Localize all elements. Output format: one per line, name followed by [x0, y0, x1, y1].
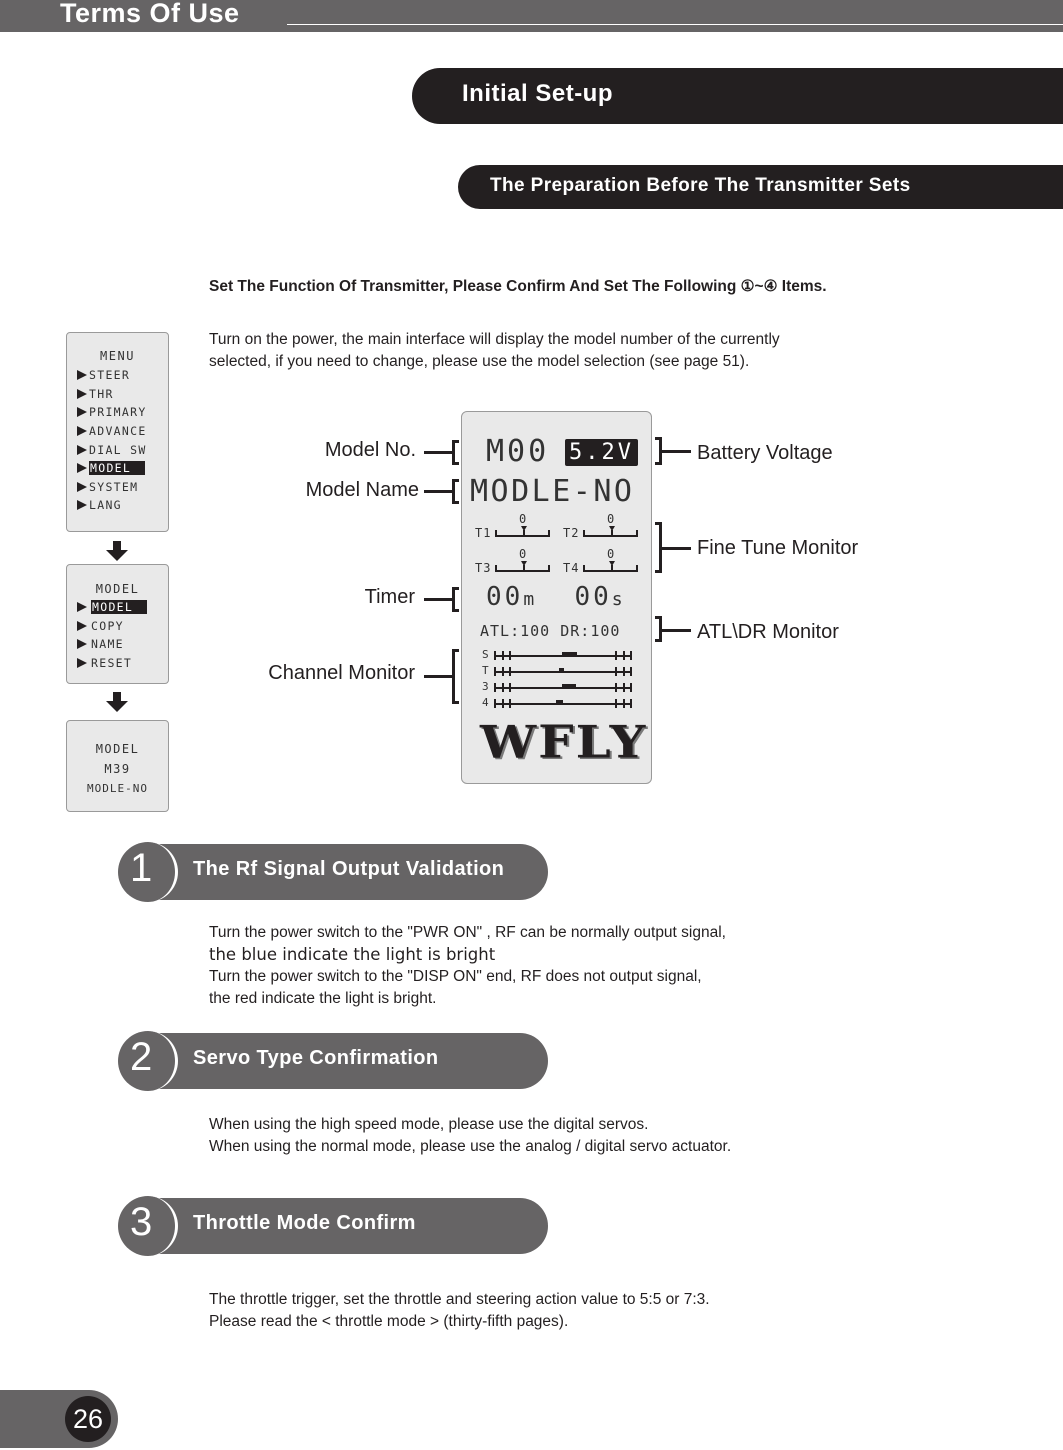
triangle-right-icon: [77, 620, 87, 631]
callout-model-name: Model Name: [305, 479, 419, 501]
menu-screen-title: MENU: [100, 349, 135, 363]
callout-line: [424, 451, 454, 454]
header-bar: Terms Of Use: [0, 0, 1063, 32]
section-title: Throttle Mode Confirm: [193, 1212, 416, 1234]
section-title: The Rf Signal Output Validation: [193, 858, 505, 880]
arrow-down-icon: [106, 541, 128, 561]
triangle-right-icon: [77, 370, 87, 381]
menu-item-primary[interactable]: PRIMARY: [77, 403, 168, 422]
intro-paragraph: Turn on the power, the main interface wi…: [209, 329, 780, 373]
model-item-reset[interactable]: RESET: [77, 654, 168, 673]
model-item-copy[interactable]: COPY: [77, 617, 168, 636]
body-line: the blue indicate the light is bright: [209, 945, 496, 964]
menu-item-steer[interactable]: STEER: [77, 366, 168, 385]
menu-item-system[interactable]: SYSTEM: [77, 478, 168, 497]
model-item-model[interactable]: MODEL: [77, 598, 168, 617]
section-title: Terms Of Use: [60, 0, 240, 28]
body-line: Turn the power switch to the "DISP ON" e…: [209, 968, 702, 985]
section-2-body: When using the high speed mode, please u…: [209, 1114, 731, 1158]
section-1-header: 1 The Rf Signal Output Validation: [118, 842, 548, 902]
callout-bracket: [452, 587, 459, 612]
section-number-badge: 2: [118, 1031, 178, 1091]
model-number: M00: [486, 434, 550, 469]
triangle-right-icon: [77, 444, 87, 455]
page-title: Initial Set-up: [462, 80, 613, 107]
menu-screen: MENU STEER THR PRIMARY ADVANCE DIAL SW M…: [66, 332, 169, 532]
trim-monitor: T2 0: [563, 512, 643, 542]
callout-line: [660, 547, 691, 550]
triangle-right-icon: [77, 500, 87, 511]
page-title-banner: Initial Set-up: [412, 68, 1063, 124]
triangle-right-icon: [77, 463, 87, 474]
arrow-down-icon: [106, 692, 128, 712]
triangle-right-icon: [77, 602, 87, 613]
callout-bracket: [452, 479, 459, 504]
callout-fine-tune-monitor: Fine Tune Monitor: [697, 537, 859, 559]
body-line: The throttle trigger, set the throttle a…: [209, 1291, 710, 1308]
trim-monitor: T3 0: [475, 547, 555, 577]
triangle-right-icon: [77, 481, 87, 492]
intro-line: selected, if you need to change, please …: [209, 353, 750, 370]
screen-line: MODEL: [95, 742, 140, 756]
menu-item-advance[interactable]: ADVANCE: [77, 422, 168, 441]
menu-item-lang[interactable]: LANG: [77, 496, 168, 515]
screen-line: M39: [104, 762, 131, 776]
section-number-badge: 1: [118, 842, 178, 902]
triangle-right-icon: [77, 658, 87, 669]
trim-monitor: T1 0: [475, 512, 555, 542]
model-selected-screen: MODEL M39 MODLE-NO: [66, 720, 169, 812]
body-line: When using the high speed mode, please u…: [209, 1116, 649, 1133]
channel-monitor-row: 3: [482, 680, 632, 695]
channel-monitor-row: S: [482, 648, 632, 663]
body-line: Turn the power switch to the "PWR ON" , …: [209, 924, 726, 941]
section-1-body: Turn the power switch to the "PWR ON" , …: [209, 922, 726, 1010]
callout-line: [424, 490, 454, 493]
subsection-banner: The Preparation Before The Transmitter S…: [458, 165, 1063, 209]
callout-line: [660, 629, 691, 632]
triangle-right-icon: [77, 388, 87, 399]
model-item-name[interactable]: NAME: [77, 635, 168, 654]
triangle-right-icon: [77, 426, 87, 437]
callout-line: [424, 675, 454, 678]
callout-line: [424, 598, 454, 601]
callout-bracket: [452, 440, 459, 465]
trim-monitor: T4 0: [563, 547, 643, 577]
section-3-header: 3 Throttle Mode Confirm: [118, 1196, 548, 1256]
menu-item-thr[interactable]: THR: [77, 385, 168, 404]
model-screen-title: MODEL: [95, 582, 140, 596]
callout-model-no: Model No.: [324, 439, 416, 461]
callout-timer: Timer: [364, 586, 415, 608]
main-display: M00 5.2V MODLE-NO T1 0 T2 0 T3 0 T4 0 00…: [461, 411, 652, 784]
model-screen: MODEL MODEL COPY NAME RESET: [66, 564, 169, 684]
triangle-right-icon: [77, 407, 87, 418]
menu-item-model[interactable]: MODEL: [77, 459, 168, 478]
wfly-logo: WFLY: [480, 714, 648, 769]
channel-monitor-row: 4: [482, 696, 632, 711]
atl-dr-readout: ATL:100 DR:100: [480, 622, 621, 640]
screen-line: MODLE-NO: [87, 782, 148, 795]
callout-line: [660, 450, 691, 453]
callout-channel-monitor: Channel Monitor: [268, 662, 415, 684]
callout-battery-voltage: Battery Voltage: [697, 442, 833, 464]
body-line: Please read the < throttle mode > (thirt…: [209, 1313, 569, 1330]
model-name: MODLE-NO: [470, 474, 635, 509]
battery-voltage: 5.2V: [565, 439, 638, 466]
menu-item-dial-sw[interactable]: DIAL SW: [77, 440, 168, 459]
page-number: 26: [65, 1396, 111, 1442]
section-number-badge: 3: [118, 1196, 178, 1256]
lead-text: Set The Function Of Transmitter, Please …: [209, 278, 827, 295]
header-rule: [287, 24, 1063, 25]
intro-line: Turn on the power, the main interface wi…: [209, 331, 780, 348]
section-3-body: The throttle trigger, set the throttle a…: [209, 1289, 710, 1333]
callout-atl-dr-monitor: ATL\DR Monitor: [697, 621, 839, 643]
callout-bracket: [452, 649, 459, 704]
triangle-right-icon: [77, 639, 87, 650]
subsection-title: The Preparation Before The Transmitter S…: [490, 175, 911, 196]
timer-readout: 00m 00s: [486, 582, 626, 612]
section-2-header: 2 Servo Type Confirmation: [118, 1031, 548, 1091]
channel-monitor-row: T: [482, 664, 632, 679]
body-line: the red indicate the light is bright.: [209, 990, 437, 1007]
body-line: When using the normal mode, please use t…: [209, 1138, 732, 1155]
section-title: Servo Type Confirmation: [193, 1047, 439, 1069]
